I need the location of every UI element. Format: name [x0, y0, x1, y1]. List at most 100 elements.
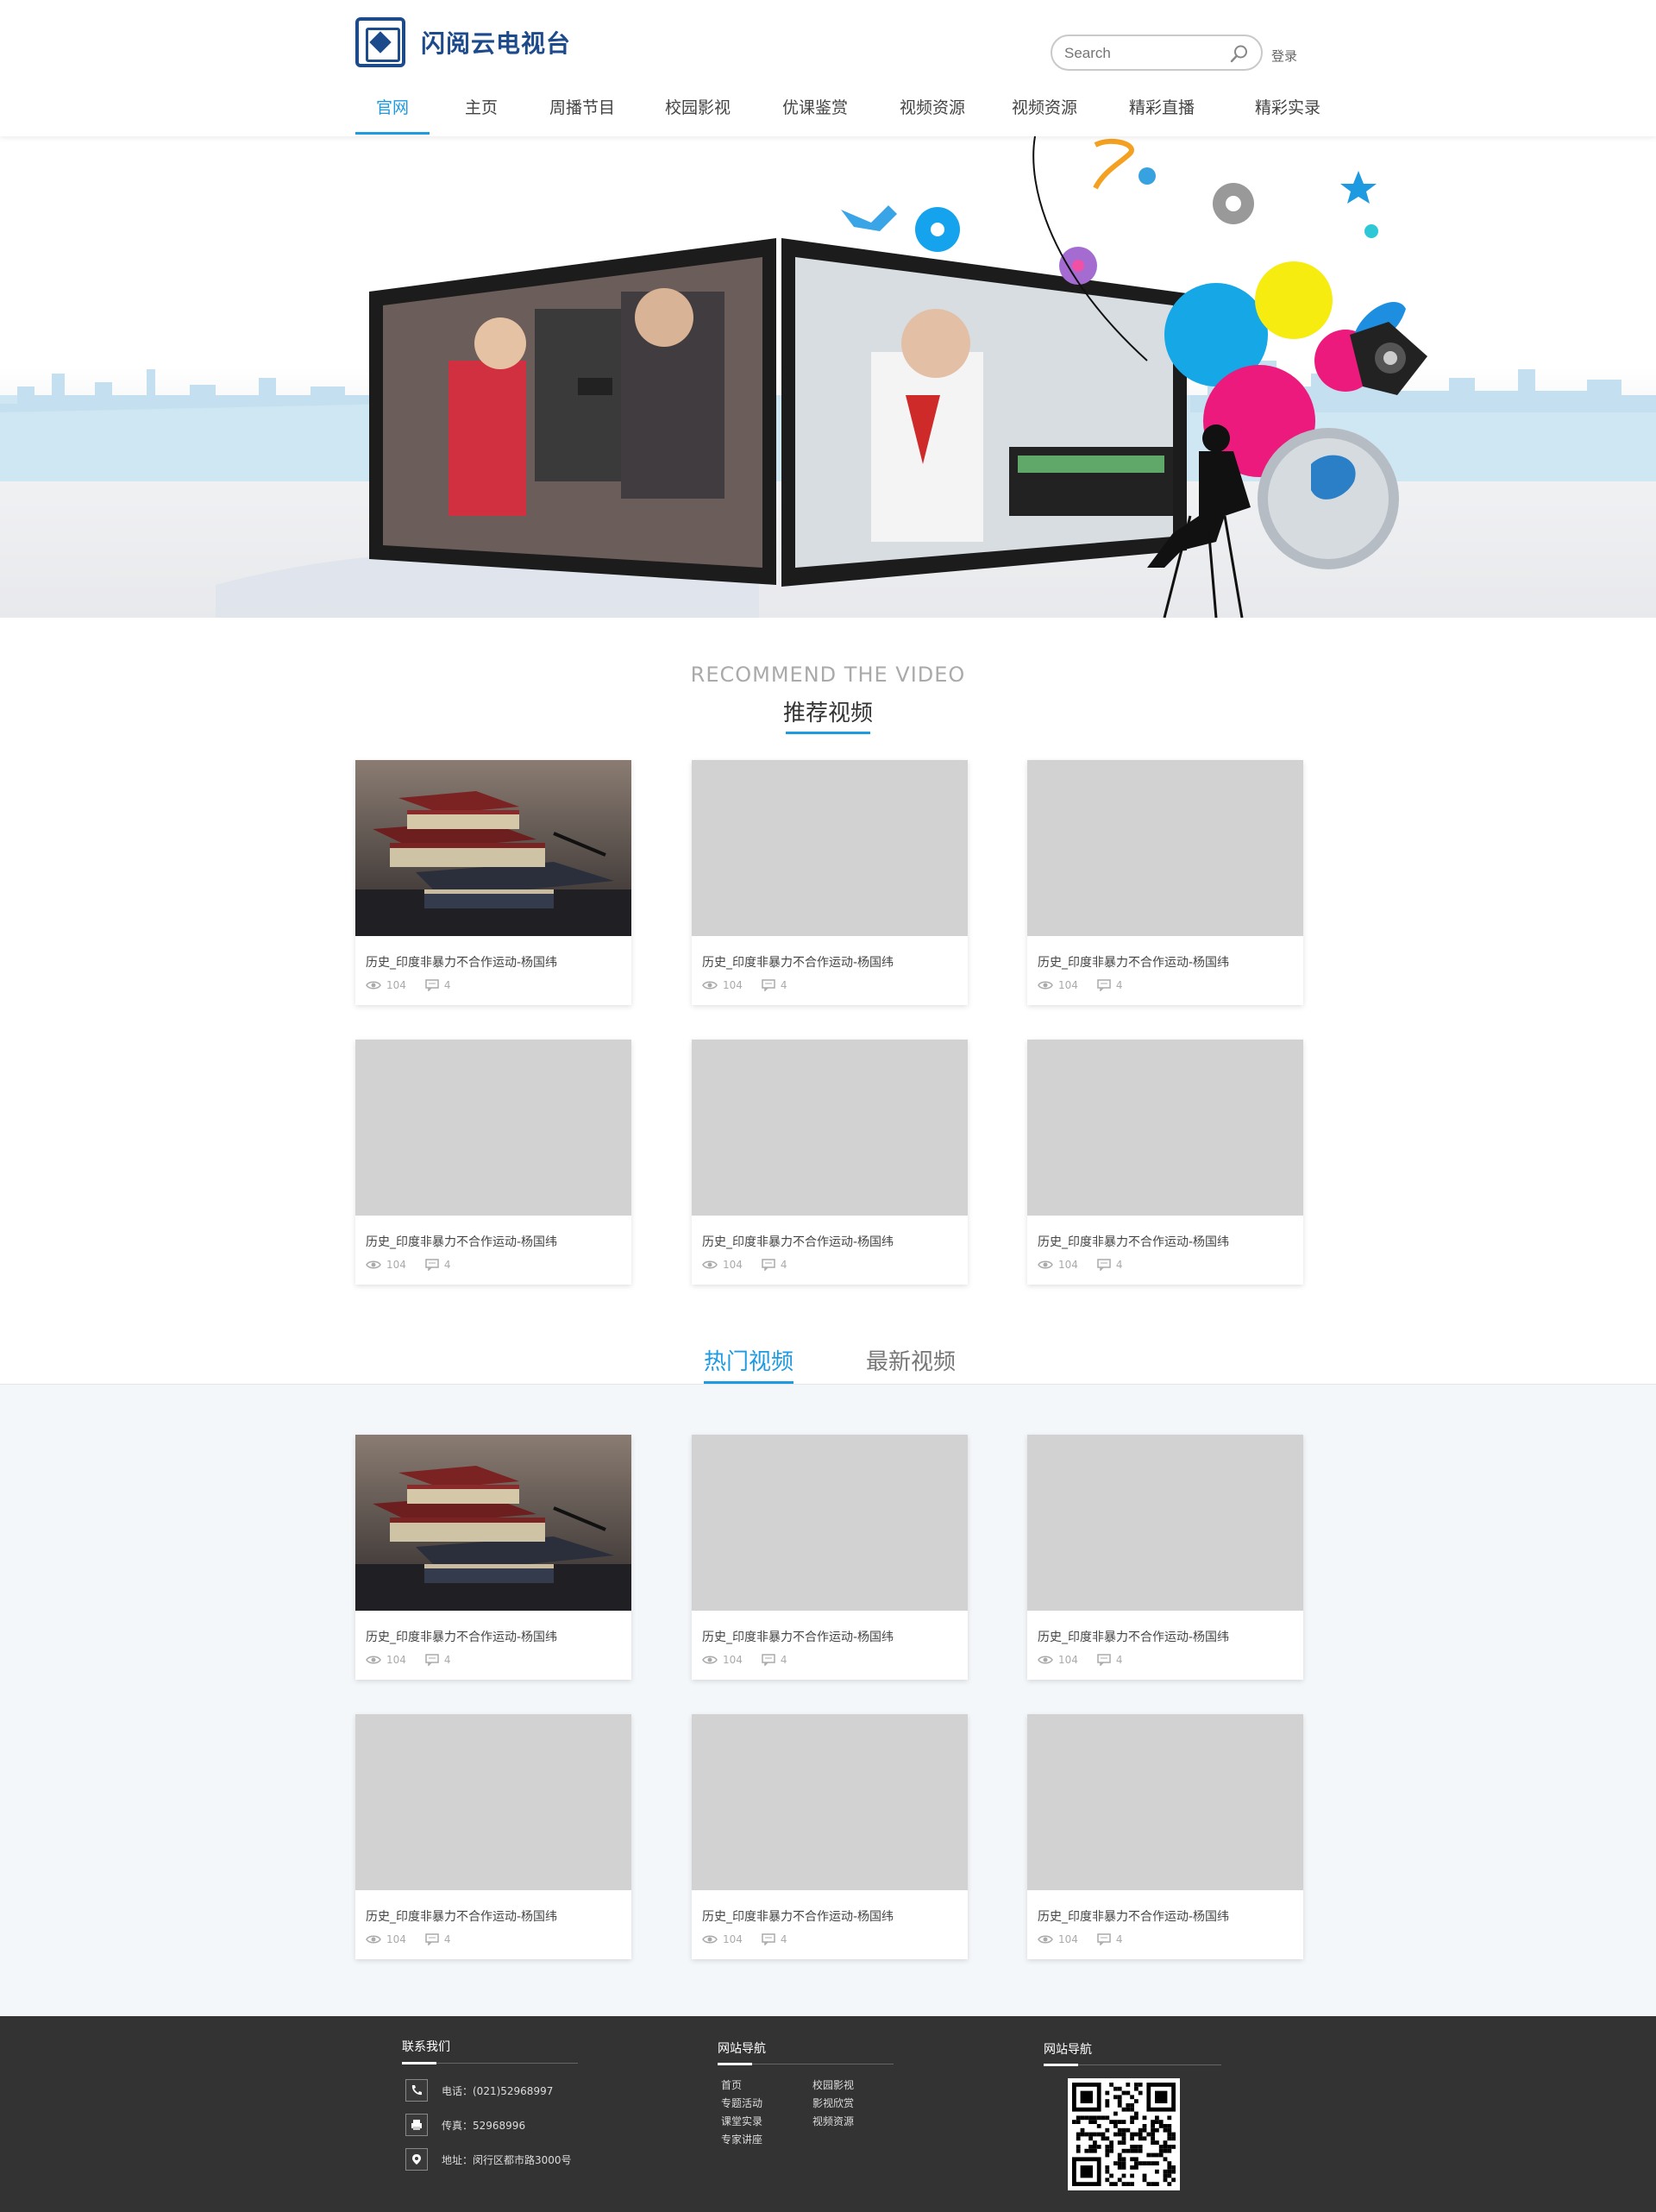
video-thumbnail[interactable]	[355, 1435, 631, 1611]
hero-banner	[0, 136, 1656, 618]
search-input[interactable]	[1064, 43, 1220, 64]
page: 闪阅云电视台 登录 官网 主页 周播节目 校园影视 优课鉴赏 视频资源 视频资源…	[0, 0, 1656, 2212]
video-thumbnail[interactable]	[355, 760, 631, 936]
search-icon[interactable]	[1230, 44, 1249, 63]
video-thumbnail[interactable]	[1027, 1435, 1303, 1611]
comments-icon	[425, 1933, 439, 1945]
view-count: 104	[1058, 1933, 1078, 1945]
comments-icon	[762, 1654, 775, 1666]
comments-icon	[425, 1259, 439, 1271]
comments-icon	[1097, 1654, 1111, 1666]
video-card[interactable]: 历史_印度非暴力不合作运动-杨国纬 104 4	[1027, 1040, 1303, 1285]
city-skyline-illustration	[0, 136, 1656, 618]
video-thumbnail[interactable]	[692, 1435, 968, 1611]
view-count: 104	[723, 1259, 743, 1271]
video-title[interactable]: 历史_印度非暴力不合作运动-杨国纬	[702, 1907, 894, 1925]
view-count: 104	[386, 1654, 406, 1666]
video-thumbnail[interactable]	[692, 1040, 968, 1216]
video-meta: 104 4	[366, 1933, 451, 1945]
comment-count: 4	[780, 979, 787, 991]
video-card[interactable]: 历史_印度非暴力不合作运动-杨国纬 104 4	[1027, 1435, 1303, 1680]
tab-latest-videos[interactable]: 最新视频	[866, 1344, 956, 1384]
video-thumbnail[interactable]	[355, 1040, 631, 1216]
video-card[interactable]: 历史_印度非暴力不合作运动-杨国纬 104 4	[692, 1714, 968, 1959]
video-card[interactable]: 历史_印度非暴力不合作运动-杨国纬 104 4	[1027, 1714, 1303, 1959]
video-card[interactable]: 历史_印度非暴力不合作运动-杨国纬 104 4	[1027, 760, 1303, 1005]
nav-item-official[interactable]: 官网	[355, 93, 430, 135]
video-card[interactable]: 历史_印度非暴力不合作运动-杨国纬 104 4	[355, 1040, 631, 1285]
nav-item-video-resources-2[interactable]: 视频资源	[999, 93, 1090, 135]
view-count: 104	[386, 979, 406, 991]
video-card[interactable]: 历史_印度非暴力不合作运动-杨国纬 104 4	[692, 1040, 968, 1285]
video-title[interactable]: 历史_印度非暴力不合作运动-杨国纬	[702, 1628, 894, 1645]
video-card[interactable]: 历史_印度非暴力不合作运动-杨国纬 104 4	[692, 1435, 968, 1680]
views-icon	[702, 981, 718, 990]
footer-address-text: 地址：闵行区都市路3000号	[442, 2153, 572, 2166]
video-thumbnail[interactable]	[1027, 760, 1303, 936]
video-card[interactable]: 历史_印度非暴力不合作运动-杨国纬 104 4	[355, 760, 631, 1005]
header: 闪阅云电视台 登录 官网 主页 周播节目 校园影视 优课鉴赏 视频资源 视频资源…	[0, 0, 1656, 136]
video-card[interactable]: 历史_印度非暴力不合作运动-杨国纬 104 4	[355, 1435, 631, 1680]
video-title[interactable]: 历史_印度非暴力不合作运动-杨国纬	[366, 1907, 557, 1925]
video-thumbnail[interactable]	[692, 760, 968, 936]
comment-count: 4	[780, 1259, 787, 1271]
comment-count: 4	[1115, 1259, 1123, 1271]
nav-item-courses[interactable]: 优课鉴赏	[769, 93, 861, 135]
footer-link-video-resources[interactable]: 视频资源	[812, 2114, 854, 2128]
footer-contact-title: 联系我们	[402, 2040, 450, 2054]
video-thumbnail[interactable]	[1027, 1714, 1303, 1890]
footer-phone-text: 电话：(021)52968997	[442, 2084, 554, 2097]
video-title[interactable]: 历史_印度非暴力不合作运动-杨国纬	[702, 953, 894, 971]
nav-item-campus-film[interactable]: 校园影视	[652, 93, 743, 135]
view-count: 104	[386, 1933, 406, 1945]
footer-link-film-appreciation[interactable]: 影视欣赏	[812, 2096, 854, 2110]
nav-item-weekly[interactable]: 周播节目	[536, 93, 628, 135]
video-meta: 104 4	[702, 1654, 787, 1666]
video-title[interactable]: 历史_印度非暴力不合作运动-杨国纬	[366, 1628, 557, 1645]
video-title[interactable]: 历史_印度非暴力不合作运动-杨国纬	[702, 1233, 894, 1250]
nav-item-video-resources[interactable]: 视频资源	[887, 93, 978, 135]
footer-address: 地址：闵行区都市路3000号	[405, 2148, 572, 2171]
video-card[interactable]: 历史_印度非暴力不合作运动-杨国纬 104 4	[355, 1714, 631, 1959]
nav-item-live[interactable]: 精彩直播	[1116, 93, 1208, 135]
video-title[interactable]: 历史_印度非暴力不合作运动-杨国纬	[366, 1233, 557, 1250]
comments-icon	[762, 1259, 775, 1271]
recommend-title-underline	[786, 732, 870, 734]
views-icon	[366, 1656, 381, 1664]
comment-count: 4	[1115, 1654, 1123, 1666]
nav-item-home[interactable]: 主页	[442, 93, 521, 135]
footer-fax-text: 传真：52968996	[442, 2119, 526, 2132]
qr-code	[1068, 2078, 1180, 2190]
logo[interactable]: 闪阅云电视台	[355, 17, 571, 67]
video-title[interactable]: 历史_印度非暴力不合作运动-杨国纬	[1038, 1907, 1229, 1925]
video-title[interactable]: 历史_印度非暴力不合作运动-杨国纬	[366, 953, 557, 971]
views-icon	[702, 1935, 718, 1944]
video-thumbnail[interactable]	[692, 1714, 968, 1890]
comment-count: 4	[1115, 1933, 1123, 1945]
footer-link-events[interactable]: 专题活动	[721, 2096, 762, 2110]
video-thumbnail[interactable]	[1027, 1040, 1303, 1216]
logo-icon	[355, 17, 405, 67]
view-count: 104	[723, 1654, 743, 1666]
footer-link-home[interactable]: 首页	[721, 2077, 742, 2092]
video-meta: 104 4	[366, 1654, 451, 1666]
video-meta: 104 4	[1038, 1654, 1123, 1666]
login-link[interactable]: 登录	[1271, 47, 1297, 65]
footer-qr-title: 网站导航	[1044, 2043, 1092, 2057]
video-title[interactable]: 历史_印度非暴力不合作运动-杨国纬	[1038, 953, 1229, 971]
tab-hot-videos[interactable]: 热门视频	[704, 1344, 794, 1384]
view-count: 104	[723, 1933, 743, 1945]
video-meta: 104 4	[366, 1259, 451, 1271]
video-meta: 104 4	[1038, 979, 1123, 991]
footer-link-classroom[interactable]: 课堂实录	[721, 2114, 762, 2128]
footer-link-lectures[interactable]: 专家讲座	[721, 2132, 762, 2146]
video-card[interactable]: 历史_印度非暴力不合作运动-杨国纬 104 4	[692, 760, 968, 1005]
video-title[interactable]: 历史_印度非暴力不合作运动-杨国纬	[1038, 1628, 1229, 1645]
comment-count: 4	[1115, 979, 1123, 991]
footer-link-campus-film[interactable]: 校园影视	[812, 2077, 854, 2092]
video-thumbnail[interactable]	[355, 1714, 631, 1890]
video-title[interactable]: 历史_印度非暴力不合作运动-杨国纬	[1038, 1233, 1229, 1250]
comment-count: 4	[780, 1933, 787, 1945]
comment-count: 4	[780, 1654, 787, 1666]
nav-item-recordings[interactable]: 精彩实录	[1242, 93, 1333, 135]
